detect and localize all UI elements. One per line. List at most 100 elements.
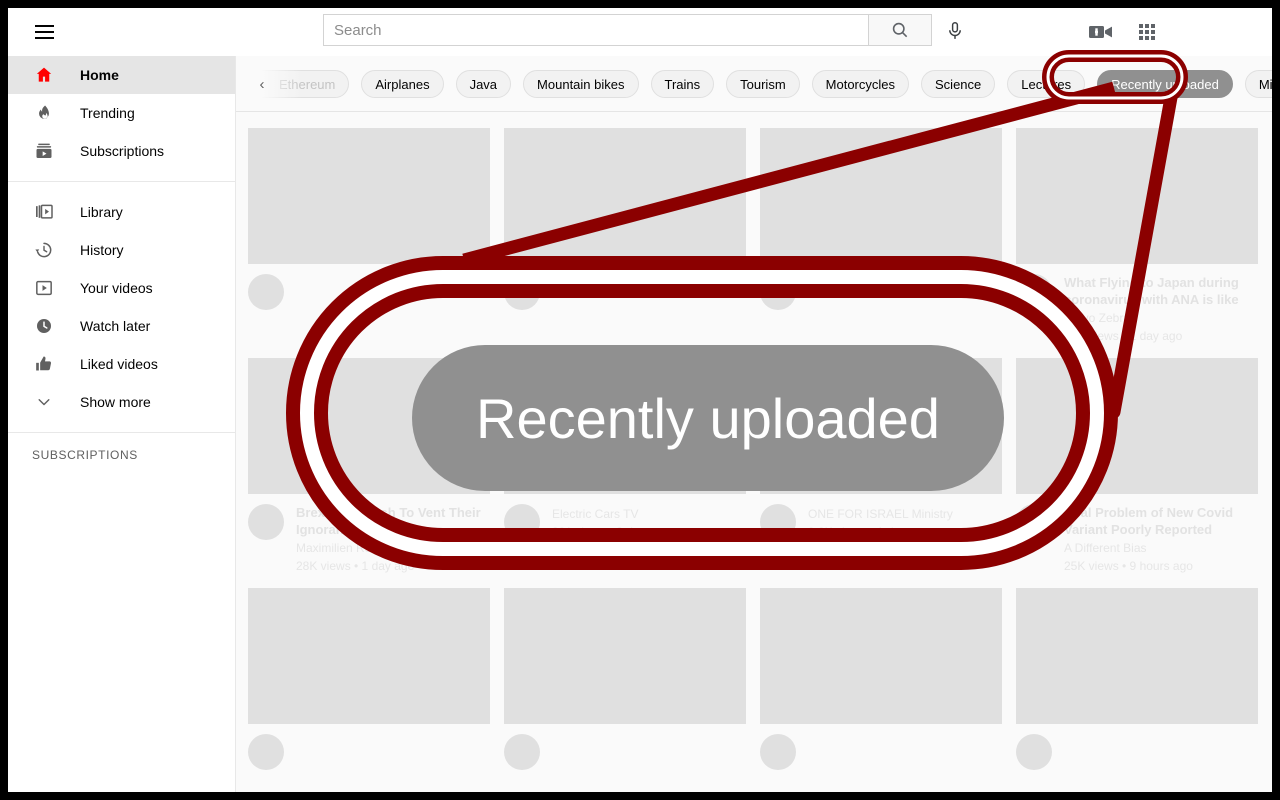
video-thumbnail[interactable] bbox=[1016, 358, 1258, 494]
channel-avatar[interactable] bbox=[248, 504, 284, 540]
sidebar-item-trending[interactable]: Trending bbox=[8, 94, 235, 132]
sidebar-item-subscriptions[interactable]: Subscriptions bbox=[8, 132, 235, 170]
video-channel-name[interactable]: Tokyo Zebra bbox=[1064, 310, 1258, 326]
video-card[interactable]: Brexiteers Rush To Vent Their Ignorance M… bbox=[248, 358, 490, 574]
chip-row[interactable]: Ethereum Airplanes Java Mountain bikes Train… bbox=[248, 70, 1272, 98]
chip-science[interactable]: Science bbox=[921, 70, 996, 98]
video-thumbnail[interactable] bbox=[760, 128, 1002, 264]
video-channel-name[interactable]: Maximilien Robespierre bbox=[296, 540, 490, 556]
video-card[interactable] bbox=[248, 128, 490, 344]
video-card[interactable] bbox=[504, 128, 746, 344]
video-text-column bbox=[552, 274, 746, 310]
channel-avatar[interactable] bbox=[1016, 734, 1052, 770]
subscriptions-section-header: SUBSCRIPTIONS bbox=[32, 448, 138, 462]
search-input[interactable] bbox=[323, 14, 868, 46]
channel-avatar[interactable] bbox=[248, 274, 284, 310]
video-meta bbox=[248, 264, 490, 310]
channel-avatar[interactable] bbox=[1016, 274, 1052, 310]
sidebar-item-label: Show more bbox=[80, 394, 151, 410]
chip-trains[interactable]: Trains bbox=[650, 70, 715, 98]
video-card[interactable] bbox=[760, 588, 1002, 770]
search-bar bbox=[323, 14, 932, 46]
chip-java[interactable]: Java bbox=[455, 70, 512, 98]
sidebar-item-library[interactable]: Library bbox=[8, 193, 235, 231]
video-thumbnail[interactable] bbox=[1016, 588, 1258, 724]
apps-grid-button[interactable] bbox=[1132, 19, 1162, 45]
sidebar-divider-2 bbox=[8, 432, 235, 433]
video-card[interactable]: ONE FOR ISRAEL Ministry 9.8K views • 1 da… bbox=[760, 358, 1002, 574]
video-thumbnail[interactable] bbox=[248, 588, 490, 724]
chip-tourism[interactable]: Tourism bbox=[726, 70, 800, 98]
channel-avatar[interactable] bbox=[504, 504, 540, 540]
microphone-button[interactable] bbox=[938, 14, 972, 48]
your-videos-icon bbox=[32, 276, 56, 300]
video-stats: 301 views • 3 days ago bbox=[552, 525, 675, 539]
video-thumbnail[interactable] bbox=[248, 358, 490, 494]
video-title[interactable]: Real Problem of New Covid Variant Poorly… bbox=[1064, 504, 1258, 538]
video-thumbnail[interactable] bbox=[760, 588, 1002, 724]
video-title[interactable]: Brexiteers Rush To Vent Their Ignorance bbox=[296, 504, 490, 538]
create-video-button[interactable] bbox=[1086, 19, 1116, 45]
video-stats: 18K views • 1 day ago bbox=[1064, 329, 1183, 343]
sidebar-item-home[interactable]: Home bbox=[8, 56, 235, 94]
video-card[interactable]: What Flying to Japan during coronavirus … bbox=[1016, 128, 1258, 344]
channel-avatar[interactable] bbox=[760, 734, 796, 770]
channel-avatar[interactable] bbox=[760, 274, 796, 310]
create-video-icon bbox=[1089, 26, 1112, 38]
chevron-left-icon[interactable]: ‹ bbox=[248, 70, 276, 98]
sidebar-divider-1 bbox=[8, 181, 235, 182]
chip-recently-uploaded[interactable]: Recently uploaded bbox=[1097, 70, 1233, 98]
sidebar-item-label: Library bbox=[80, 204, 123, 220]
chip-mountain-bikes[interactable]: Mountain bikes bbox=[523, 70, 639, 98]
sidebar-item-watch-later[interactable]: Watch later bbox=[8, 307, 235, 345]
channel-avatar[interactable] bbox=[504, 734, 540, 770]
thumbs-up-icon bbox=[32, 352, 56, 376]
youtube-page: Home Trending Subscriptions bbox=[8, 8, 1272, 792]
video-thumbnail[interactable] bbox=[760, 358, 1002, 494]
chip-motorcycles[interactable]: Motorcycles bbox=[811, 70, 910, 98]
channel-avatar[interactable] bbox=[504, 274, 540, 310]
video-card[interactable] bbox=[1016, 588, 1258, 770]
page-frame: Home Trending Subscriptions bbox=[0, 0, 1280, 800]
video-card[interactable]: Electric Cars TV 301 views • 3 days ago bbox=[504, 358, 746, 574]
trending-flame-icon bbox=[32, 101, 56, 125]
channel-avatar[interactable] bbox=[760, 504, 796, 540]
category-chip-bar: Ethereum Airplanes Java Mountain bikes Train… bbox=[236, 56, 1272, 112]
video-card[interactable] bbox=[760, 128, 1002, 344]
video-thumbnail[interactable] bbox=[504, 358, 746, 494]
video-channel-name[interactable]: Electric Cars TV bbox=[552, 506, 746, 522]
sidebar-item-label: History bbox=[80, 242, 124, 258]
sidebar-item-liked-videos[interactable]: Liked videos bbox=[8, 345, 235, 383]
chip-mixes[interactable]: Mixes bbox=[1244, 70, 1272, 98]
microphone-icon bbox=[949, 22, 961, 39]
video-thumbnail[interactable] bbox=[1016, 128, 1258, 264]
sidebar-item-label: Subscriptions bbox=[80, 143, 165, 159]
video-thumbnail[interactable] bbox=[504, 588, 746, 724]
sidebar-item-your-videos[interactable]: Your videos bbox=[8, 269, 235, 307]
video-stats: 28K views • 1 day ago bbox=[296, 559, 415, 573]
video-card[interactable] bbox=[504, 588, 746, 770]
video-text-column bbox=[1064, 734, 1258, 770]
hamburger-icon[interactable] bbox=[26, 18, 62, 46]
video-text-column bbox=[808, 734, 1002, 770]
chip-airplanes[interactable]: Airplanes bbox=[361, 70, 444, 98]
search-button[interactable] bbox=[868, 14, 932, 46]
video-text-column bbox=[296, 274, 490, 310]
channel-avatar[interactable] bbox=[248, 734, 284, 770]
video-meta bbox=[760, 264, 1002, 310]
video-channel-name[interactable]: ONE FOR ISRAEL Ministry bbox=[808, 506, 1002, 522]
video-card[interactable]: Real Problem of New Covid Variant Poorly… bbox=[1016, 358, 1258, 574]
sidebar-item-history[interactable]: History bbox=[8, 231, 235, 269]
sidebar-item-show-more[interactable]: Show more bbox=[8, 383, 235, 421]
video-meta bbox=[504, 264, 746, 310]
video-thumbnail[interactable] bbox=[248, 128, 490, 264]
channel-avatar[interactable] bbox=[1016, 504, 1052, 540]
video-title[interactable]: What Flying to Japan during coronavirus … bbox=[1064, 274, 1258, 308]
history-clock-icon bbox=[32, 238, 56, 262]
video-thumbnail[interactable] bbox=[504, 128, 746, 264]
video-channel-name[interactable]: A Different Bias bbox=[1064, 540, 1258, 556]
sidebar-item-label: Watch later bbox=[80, 318, 151, 334]
video-meta: Electric Cars TV 301 views • 3 days ago bbox=[504, 494, 746, 540]
video-card[interactable] bbox=[248, 588, 490, 770]
chip-lectures[interactable]: Lectures bbox=[1007, 70, 1086, 98]
